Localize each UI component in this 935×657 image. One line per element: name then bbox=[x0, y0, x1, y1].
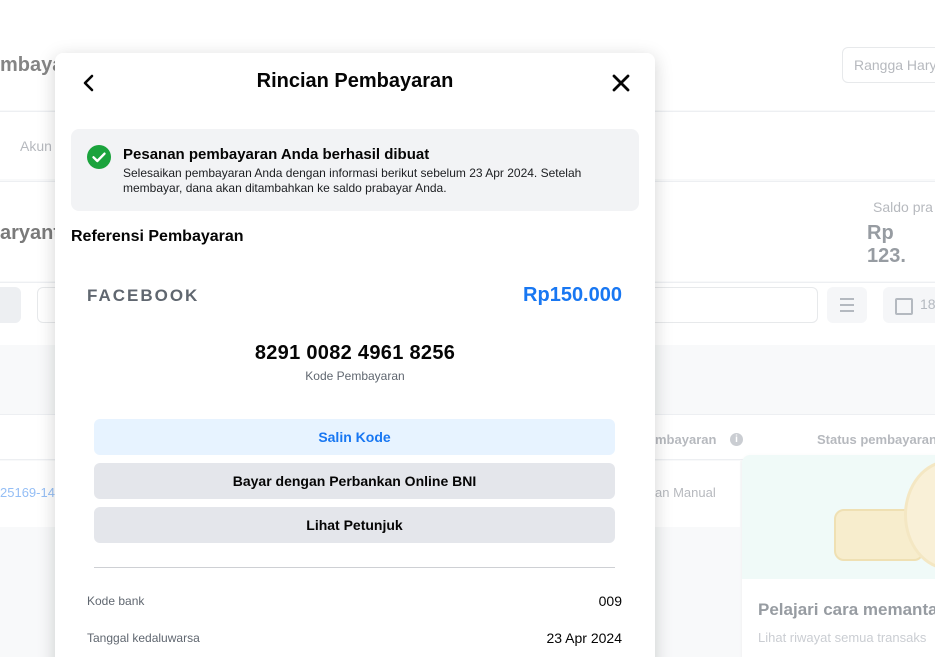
close-icon bbox=[612, 74, 630, 92]
payment-code-label: Kode Pembayaran bbox=[305, 369, 405, 383]
expiry-date-label: Tanggal kedaluwarsa bbox=[87, 631, 200, 645]
pay-online-banking-button[interactable]: Bayar dengan Perbankan Online BNI bbox=[94, 463, 615, 499]
copy-code-button[interactable]: Salin Kode bbox=[94, 419, 615, 455]
payment-reference-heading: Referensi Pembayaran bbox=[71, 228, 244, 245]
bank-code-value: 009 bbox=[598, 593, 622, 609]
view-guide-button[interactable]: Lihat Petunjuk bbox=[94, 507, 615, 543]
payment-details-modal: Rincian Pembayaran Pesanan pembayaran An… bbox=[55, 53, 655, 657]
modal-header: Rincian Pembayaran bbox=[55, 53, 655, 113]
notice-text: Selesaikan pembayaran Anda dengan inform… bbox=[123, 166, 582, 195]
merchant-name: FACEBOOK bbox=[87, 286, 200, 305]
check-circle-icon bbox=[87, 145, 111, 169]
expiry-date-value: 23 Apr 2024 bbox=[546, 630, 622, 646]
success-notice: Pesanan pembayaran Anda berhasil dibuat … bbox=[71, 129, 639, 211]
divider bbox=[94, 567, 615, 568]
modal-title: Rincian Pembayaran bbox=[256, 70, 454, 92]
notice-title: Pesanan pembayaran Anda berhasil dibuat bbox=[123, 146, 430, 163]
payment-code: 8291 0082 4961 8256 bbox=[254, 342, 456, 364]
bank-code-label: Kode bank bbox=[87, 594, 145, 608]
close-button[interactable] bbox=[609, 71, 633, 95]
payment-amount: Rp150.000 bbox=[523, 284, 622, 306]
